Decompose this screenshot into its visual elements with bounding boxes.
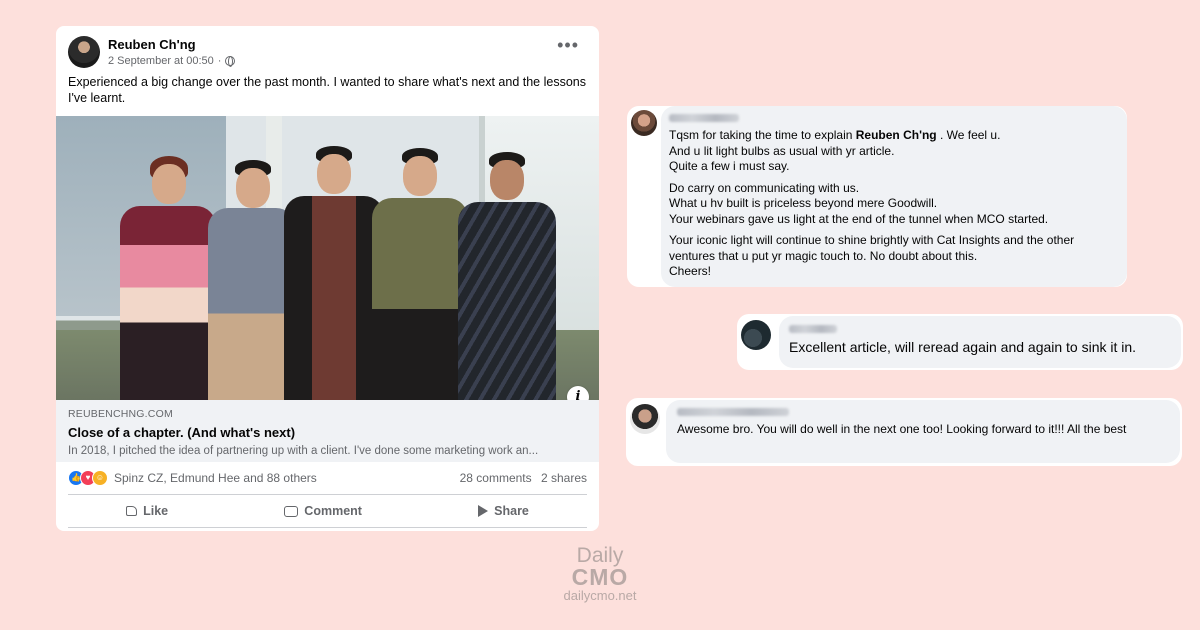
reactions-row: 👍 ♥ ☺ Spinz CZ, Edmund Hee and 88 others… (68, 466, 587, 490)
comment-bubble: Awesome bro. You will do well in the nex… (666, 400, 1180, 463)
link-domain: REUBENCHNG.COM (68, 408, 173, 420)
photo-person (208, 160, 296, 400)
comment-icon (284, 505, 299, 517)
commenter-avatar[interactable] (741, 320, 771, 350)
photo-person (284, 146, 384, 400)
logo-url: dailycmo.net (563, 588, 637, 603)
globe-icon (225, 56, 236, 67)
share-arrow-icon (478, 505, 489, 517)
logo-cmo: CMO (571, 564, 629, 590)
post-timestamp[interactable]: 2 September at 00:50 (108, 55, 214, 67)
post-meta: 2 September at 00:50 · (108, 55, 236, 67)
comment-text: Excellent article, will reread again and… (789, 339, 1137, 355)
comment-text: Tqsm for taking the time to explain Reub… (669, 128, 1075, 278)
divider (68, 494, 587, 495)
reaction-summary[interactable]: 👍 ♥ ☺ Spinz CZ, Edmund Hee and 88 others (68, 470, 317, 486)
divider (68, 527, 587, 528)
link-description: In 2018, I pitched the idea of partnerin… (68, 445, 539, 457)
facebook-post-card: Reuben Ch'ng 2 September at 00:50 · ••• … (56, 26, 599, 531)
commenter-name-blurred[interactable] (669, 114, 739, 122)
comment-bubble: Excellent article, will reread again and… (779, 316, 1181, 368)
post-text: Experienced a big change over the past m… (68, 75, 586, 105)
photo-person (372, 148, 468, 400)
link-title[interactable]: Close of a chapter. (And what's next) (68, 425, 587, 440)
commenter-name-blurred[interactable] (789, 325, 837, 333)
author-avatar[interactable] (68, 36, 100, 68)
reaction-names[interactable]: Spinz CZ, Edmund Hee and 88 others (114, 471, 317, 485)
photo-person (116, 150, 216, 400)
shares-count[interactable]: 2 shares (541, 471, 587, 485)
care-icon: ☺ (92, 470, 108, 486)
post-photo[interactable]: i (56, 116, 599, 400)
comment-bubble: Tqsm for taking the time to explain Reub… (661, 106, 1127, 287)
commenter-avatar[interactable] (631, 110, 657, 136)
link-preview[interactable]: REUBENCHNG.COM Close of a chapter. (And … (56, 400, 599, 462)
author-name[interactable]: Reuben Ch'ng (108, 37, 196, 52)
commenter-avatar[interactable] (630, 404, 660, 434)
logo-daily: Daily (576, 544, 624, 567)
comment-text: Awesome bro. You will do well in the nex… (677, 422, 1127, 436)
share-button[interactable]: Share (478, 504, 529, 518)
comment-button[interactable]: Comment (284, 504, 362, 518)
dailycmo-logo: Daily CMO dailycmo.net (541, 544, 659, 604)
thumbs-up-icon (126, 506, 138, 516)
mention-link[interactable]: Reuben Ch'ng (856, 128, 937, 142)
commenter-name-blurred[interactable] (677, 408, 789, 416)
comment: Excellent article, will reread again and… (737, 314, 1183, 370)
comment: Awesome bro. You will do well in the nex… (626, 398, 1182, 466)
more-options-icon[interactable]: ••• (557, 36, 579, 54)
post-actions: Like Comment Share (68, 496, 587, 526)
engagement-counts: 28 comments 2 shares (454, 471, 587, 485)
photo-person (458, 152, 556, 400)
comment: Tqsm for taking the time to explain Reub… (627, 106, 1127, 287)
comments-count[interactable]: 28 comments (460, 471, 532, 485)
post-header: Reuben Ch'ng 2 September at 00:50 · ••• (68, 36, 587, 70)
like-button[interactable]: Like (126, 504, 168, 518)
